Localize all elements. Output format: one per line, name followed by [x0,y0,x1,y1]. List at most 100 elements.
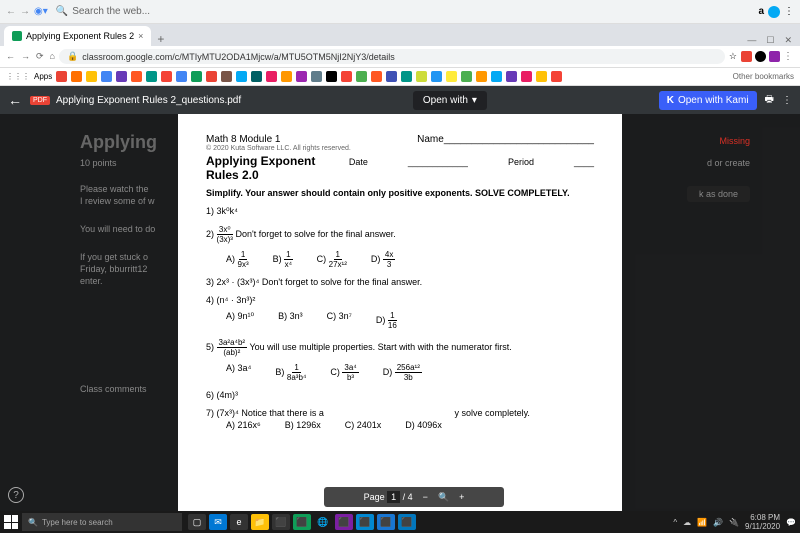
task-icon[interactable]: ⬛ [356,514,374,530]
back-icon[interactable]: ← [6,6,16,17]
bookmark-icon[interactable] [371,71,382,82]
bookmark-icon[interactable] [56,71,67,82]
bookmark-icon[interactable] [221,71,232,82]
zoom-in-icon[interactable]: + [459,492,464,502]
task-icon[interactable]: ⬛ [272,514,290,530]
bookmark-icon[interactable] [386,71,397,82]
tray-chevron-icon[interactable]: ^ [673,518,677,527]
bookmark-icon[interactable] [461,71,472,82]
bookmark-icon[interactable] [206,71,217,82]
task-view-icon[interactable]: ▢ [188,514,206,530]
bg-text: d or create [707,158,750,168]
bookmark-icon[interactable] [446,71,457,82]
chrome-icon[interactable]: 🌐 [314,514,332,530]
bookmark-icon[interactable] [296,71,307,82]
system-tray: ^ ☁ 📶 🔊 🔌 6:08 PM 9/11/2020 💬 [673,513,796,531]
volume-icon[interactable]: 🔊 [713,518,723,527]
url-field[interactable]: 🔒 classroom.google.com/c/MTIyMTU2ODA1Mjc… [59,49,725,64]
omnibox-search[interactable]: 🔍 Search the web... [56,6,751,17]
task-icon[interactable]: ⬛ [377,514,395,530]
other-bookmarks[interactable]: Other bookmarks [733,72,794,81]
bookmark-icon[interactable] [71,71,82,82]
apps-label[interactable]: Apps [34,72,52,81]
star-icon[interactable]: ☆ [729,51,737,62]
forward-icon[interactable]: → [21,51,30,62]
bookmark-icon[interactable] [416,71,427,82]
bookmark-icon[interactable] [311,71,322,82]
print-icon[interactable]: 🖶 [765,92,774,109]
new-tab-button[interactable]: + [157,32,164,46]
minimize-icon[interactable]: — [747,35,756,46]
bookmark-icon[interactable] [176,71,187,82]
bookmark-icon[interactable] [101,71,112,82]
back-icon[interactable]: ← [6,51,15,62]
cloud-icon[interactable]: ☁ [683,518,691,527]
menu-icon[interactable]: ⋮ [784,6,794,17]
start-button[interactable] [4,515,18,529]
home-icon[interactable]: ⌂ [50,51,55,62]
task-icon[interactable]: ⬛ [398,514,416,530]
close-window-icon[interactable]: ✕ [784,35,792,46]
menu-icon[interactable]: ⋮ [783,51,794,62]
profile-letter[interactable]: a [758,6,764,17]
wifi-icon[interactable]: 📶 [697,518,707,527]
doc-title: Applying Exponent Rules 2.0 [206,154,349,182]
browser-tab[interactable]: Applying Exponent Rules 2 × [4,26,151,46]
bookmark-icon[interactable] [131,71,142,82]
extension-icon[interactable] [768,6,780,18]
open-with-dropdown[interactable]: Open with ▾ [413,91,487,110]
ext-icon[interactable] [741,51,752,62]
bookmark-icon[interactable] [521,71,532,82]
apps-icon[interactable]: ⋮⋮⋮ [6,72,30,81]
bookmark-icon[interactable] [86,71,97,82]
open-with-kami-button[interactable]: K Open with Kami [659,91,757,110]
bg-done-button: k as done [687,186,750,202]
bookmark-icon[interactable] [116,71,127,82]
nav-arrows: ← → ◉▾ [6,6,48,17]
document-page[interactable]: Math 8 Module 1 Name____________________… [178,114,622,511]
pdf-filename: Applying Exponent Rules 2_questions.pdf [56,95,241,106]
more-icon[interactable]: ⋮ [782,95,792,106]
problem-6: 6) (4m)³ [206,390,594,400]
windows-taskbar: 🔍 Type here to search ▢ ✉ e 📁 ⬛ ⬛ 🌐 ⬛ ⬛ … [0,511,800,533]
bookmark-icon[interactable] [356,71,367,82]
mail-icon[interactable]: ✉ [209,514,227,530]
bookmark-icon[interactable] [266,71,277,82]
help-icon[interactable]: ? [8,487,24,503]
bookmark-icon[interactable] [236,71,247,82]
bookmark-icon[interactable] [281,71,292,82]
bookmark-icon[interactable] [506,71,517,82]
zoom-in-icon[interactable]: 🔍 [438,492,449,503]
bookmark-icon[interactable] [251,71,262,82]
bookmark-icon[interactable] [536,71,547,82]
ext-icon[interactable] [769,51,780,62]
bookmark-icon[interactable] [476,71,487,82]
bookmark-icon[interactable] [551,71,562,82]
maximize-icon[interactable]: ☐ [766,35,774,46]
ext-icon[interactable] [755,51,766,62]
bookmark-icon[interactable] [341,71,352,82]
task-icon[interactable]: ⬛ [335,514,353,530]
bookmark-icon[interactable] [146,71,157,82]
clock[interactable]: 6:08 PM 9/11/2020 [745,513,780,531]
bookmark-icon[interactable] [191,71,202,82]
bookmark-icon[interactable] [326,71,337,82]
files-icon[interactable]: 📁 [251,514,269,530]
notification-icon[interactable]: 💬 [786,518,796,527]
taskbar-search[interactable]: 🔍 Type here to search [22,513,182,531]
back-arrow-icon[interactable]: ← [8,92,22,108]
zoom-out-icon[interactable]: − [423,492,428,502]
bookmark-icon[interactable] [401,71,412,82]
task-icon[interactable]: ⬛ [293,514,311,530]
dropdown-icon[interactable]: ◉▾ [34,6,48,17]
bookmark-icon[interactable] [491,71,502,82]
edge-icon[interactable]: e [230,514,248,530]
pdf-toolbar: ← PDF Applying Exponent Rules 2_question… [0,86,800,114]
bookmark-icon[interactable] [431,71,442,82]
power-icon[interactable]: 🔌 [729,518,739,527]
bookmark-icon[interactable] [161,71,172,82]
page-input[interactable]: 1 [387,491,400,503]
reload-icon[interactable]: ⟳ [36,51,44,62]
forward-icon[interactable]: → [20,6,30,17]
close-icon[interactable]: × [138,31,143,41]
